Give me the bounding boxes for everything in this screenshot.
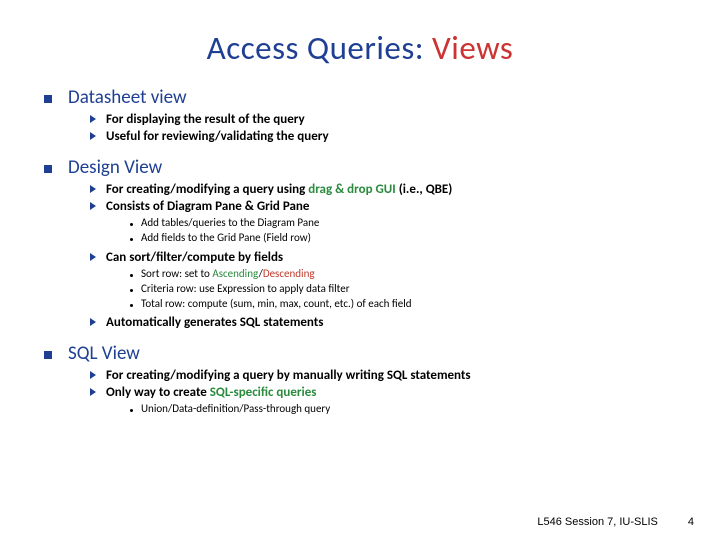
list-item: Automatically generates SQL statements: [90, 314, 676, 331]
section-label: SQL View: [68, 342, 140, 365]
section-design: Design View For creating/modifying a que…: [44, 156, 676, 332]
list-item: Sort row: set to Ascending/Descending: [130, 267, 676, 282]
title-main: Access Queries:: [207, 28, 424, 68]
page-number: 4: [688, 516, 694, 528]
triangle-bullet-icon: [90, 371, 96, 379]
square-bullet-icon: [44, 165, 52, 173]
square-bullet-icon: [44, 351, 52, 359]
dot-bullet-icon: [130, 304, 133, 307]
subitems: Automatically generates SQL statements: [90, 314, 676, 331]
section-datasheet: Datasheet view For displaying the result…: [44, 86, 676, 146]
item-text: For creating/modifying a query by manual…: [106, 368, 471, 384]
subitems: Can sort/filter/compute by fields: [90, 249, 676, 266]
dot-bullet-icon: [130, 274, 133, 277]
item-text: Consists of Diagram Pane & Grid Pane: [106, 199, 309, 215]
section-sql: SQL View For creating/modifying a query …: [44, 342, 676, 417]
list-item: For creating/modifying a query using dra…: [90, 181, 676, 198]
triangle-bullet-icon: [90, 185, 96, 193]
list-item: For displaying the result of the query: [90, 111, 676, 128]
item-text: Can sort/filter/compute by fields: [106, 250, 283, 266]
list-item: Only way to create SQL-specific queries: [90, 384, 676, 401]
item-text: Sort row: set to Ascending/Descending: [141, 267, 315, 282]
outline: Datasheet view For displaying the result…: [44, 86, 676, 417]
triangle-bullet-icon: [90, 202, 96, 210]
list-item: Add tables/queries to the Diagram Pane: [130, 216, 676, 231]
title-sub: Views: [432, 28, 513, 68]
dot-bullet-icon: [130, 289, 133, 292]
sub-subitems: Union/Data-definition/Pass-through query: [130, 402, 676, 417]
subitems: For creating/modifying a query using dra…: [90, 181, 676, 216]
list-item: Can sort/filter/compute by fields: [90, 249, 676, 266]
subitems: For displaying the result of the query U…: [90, 111, 676, 146]
triangle-bullet-icon: [90, 318, 96, 326]
footer: L546 Session 7, IU-SLIS 4: [537, 516, 694, 528]
list-item: Criteria row: use Expression to apply da…: [130, 282, 676, 297]
sub-subitems: Sort row: set to Ascending/Descending Cr…: [130, 267, 676, 312]
list-item: Consists of Diagram Pane & Grid Pane: [90, 198, 676, 215]
triangle-bullet-icon: [90, 388, 96, 396]
list-item: Useful for reviewing/validating the quer…: [90, 128, 676, 145]
sub-subitems: Add tables/queries to the Diagram Pane A…: [130, 216, 676, 246]
item-text: Automatically generates SQL statements: [106, 315, 323, 331]
subitems: For creating/modifying a query by manual…: [90, 367, 676, 402]
item-text: For displaying the result of the query: [106, 112, 305, 128]
triangle-bullet-icon: [90, 115, 96, 123]
triangle-bullet-icon: [90, 253, 96, 261]
list-item: Total row: compute (sum, min, max, count…: [130, 297, 676, 312]
footer-source: L546 Session 7, IU-SLIS: [537, 516, 657, 528]
triangle-bullet-icon: [90, 132, 96, 140]
dot-bullet-icon: [130, 409, 133, 412]
section-label: Datasheet view: [68, 86, 187, 109]
dot-bullet-icon: [130, 223, 133, 226]
section-label: Design View: [68, 156, 162, 179]
item-text: Useful for reviewing/validating the quer…: [106, 129, 329, 145]
item-text: Only way to create SQL-specific queries: [106, 385, 316, 401]
square-bullet-icon: [44, 95, 52, 103]
slide: Access Queries: Views Datasheet view For…: [0, 0, 720, 540]
list-item: For creating/modifying a query by manual…: [90, 367, 676, 384]
item-text: For creating/modifying a query using dra…: [106, 182, 452, 198]
list-item: Union/Data-definition/Pass-through query: [130, 402, 676, 417]
slide-title: Access Queries: Views: [44, 28, 676, 68]
list-item: Add fields to the Grid Pane (Field row): [130, 231, 676, 246]
dot-bullet-icon: [130, 238, 133, 241]
